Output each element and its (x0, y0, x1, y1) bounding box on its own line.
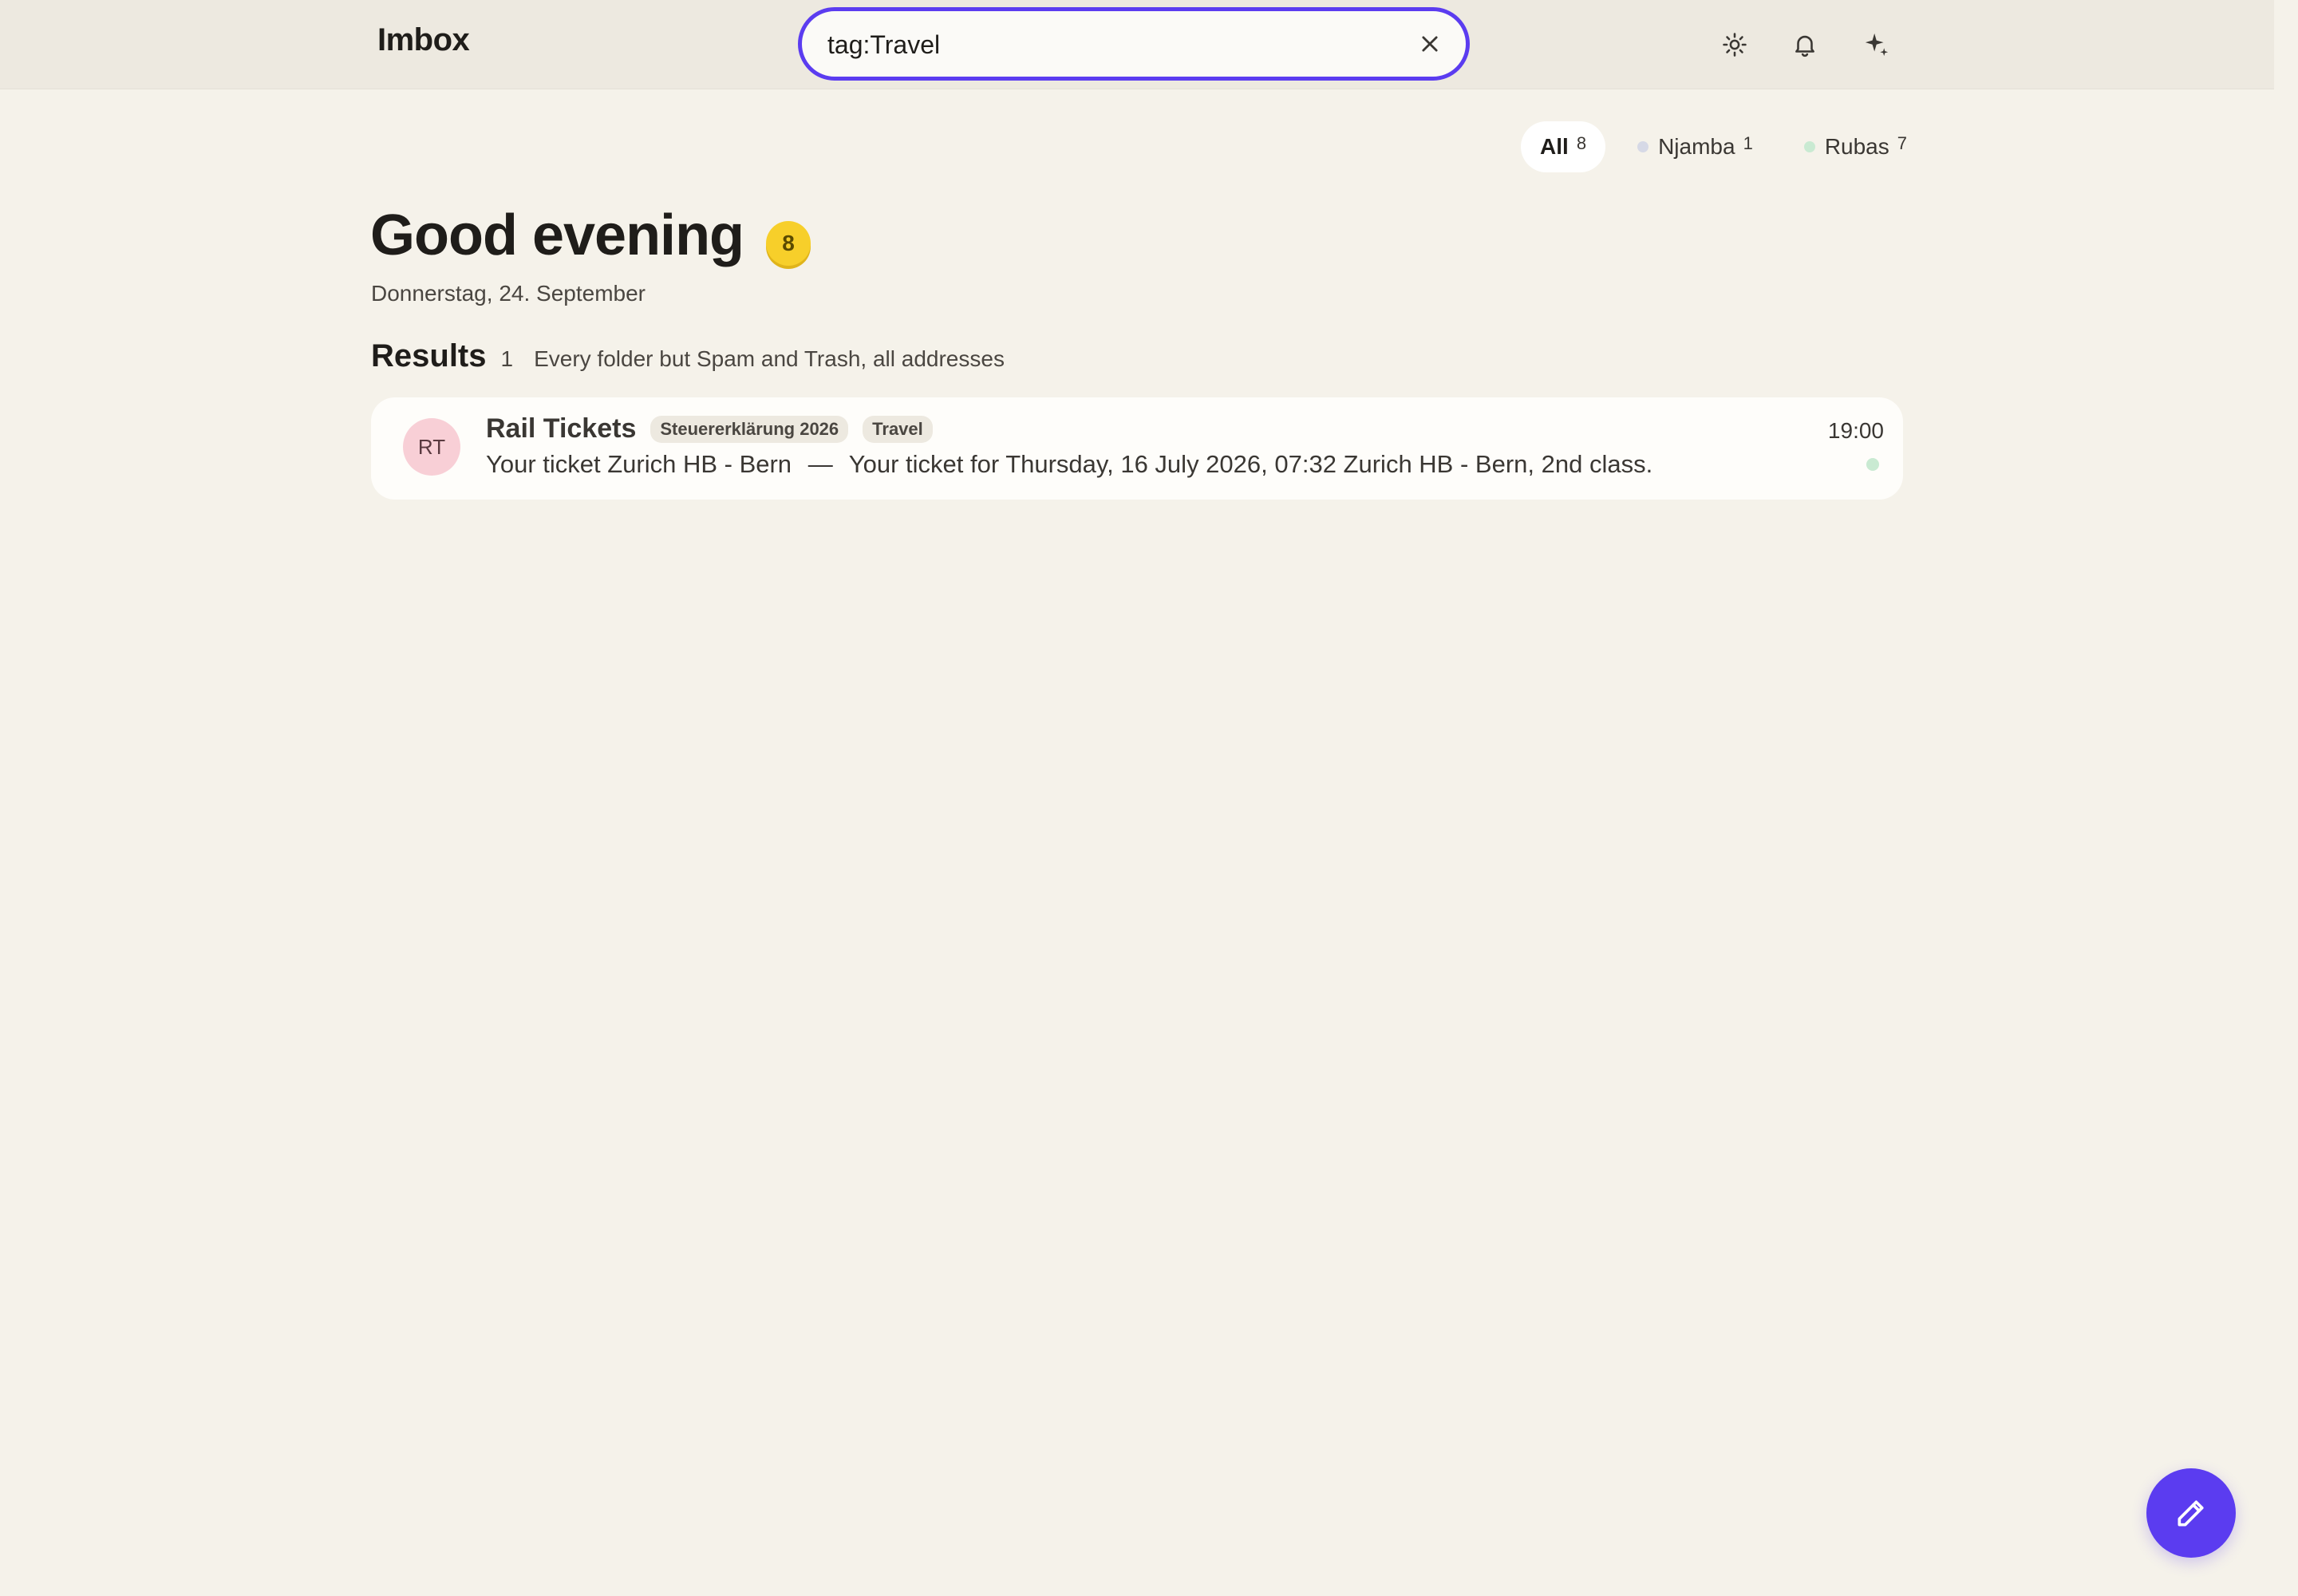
compose-button[interactable] (2146, 1468, 2236, 1558)
account-filters: All 8 Njamba 1 Rubas 7 (1521, 121, 1926, 172)
ai-assistant-button[interactable] (1859, 27, 1894, 62)
filter-all[interactable]: All 8 (1521, 121, 1606, 172)
sender-name: Rail Tickets (486, 413, 637, 444)
search-input[interactable] (826, 11, 1404, 78)
account-color-dot (1637, 141, 1649, 152)
sender-line: Rail Tickets Steuererklärung 2026 Travel (486, 413, 933, 444)
sun-icon (1723, 33, 1747, 57)
notifications-button[interactable] (1787, 27, 1822, 62)
sparkles-icon (1865, 33, 1889, 57)
results-title: Results (371, 338, 487, 373)
close-icon (1422, 36, 1438, 52)
app-logo[interactable]: Imbox (377, 22, 470, 58)
filter-count: 8 (1576, 133, 1587, 153)
account-status-dot (1866, 458, 1879, 471)
avatar: RT (403, 418, 460, 476)
greeting-header: Good evening 8 (370, 203, 811, 268)
mail-preview: Your ticket Zurich HB - Bern — Your tick… (486, 450, 1652, 479)
mail-time: 19:00 (1827, 418, 1884, 443)
tag-chip[interactable]: Steuererklärung 2026 (650, 415, 849, 443)
top-bar: Imbox (0, 0, 2274, 89)
search-box[interactable] (798, 7, 1470, 81)
pencil-icon (2178, 1500, 2204, 1527)
unread-badge: 8 (766, 221, 811, 266)
account-color-dot (1803, 141, 1815, 152)
filter-label: All (1540, 134, 1569, 159)
filter-rubas[interactable]: Rubas 7 (1785, 121, 1926, 172)
mail-subject: Your ticket Zurich HB - Bern (486, 450, 792, 478)
preview-separator: — (807, 450, 833, 478)
filter-count: 7 (1897, 133, 1907, 153)
results-count: 1 (500, 346, 514, 371)
results-header: Results 1 Every folder but Spam and Tras… (371, 338, 1005, 374)
clear-search-button[interactable] (1415, 29, 1445, 59)
bell-icon (1795, 35, 1814, 57)
mail-snippet: Your ticket for Thursday, 16 July 2026, … (848, 450, 1653, 478)
filter-count: 1 (1743, 133, 1753, 153)
filter-njamba[interactable]: Njamba 1 (1618, 121, 1772, 172)
current-date: Donnerstag, 24. September (371, 281, 646, 306)
filter-label: Rubas (1824, 134, 1889, 159)
mail-list-item[interactable]: RT Rail Tickets Steuererklärung 2026 Tra… (371, 397, 1903, 500)
filter-label: Njamba (1658, 134, 1735, 159)
results-scope: Every folder but Spam and Trash, all add… (534, 346, 1005, 371)
tag-chip[interactable]: Travel (863, 415, 933, 443)
theme-toggle-button[interactable] (1717, 27, 1752, 62)
page-title: Good evening (370, 203, 744, 267)
